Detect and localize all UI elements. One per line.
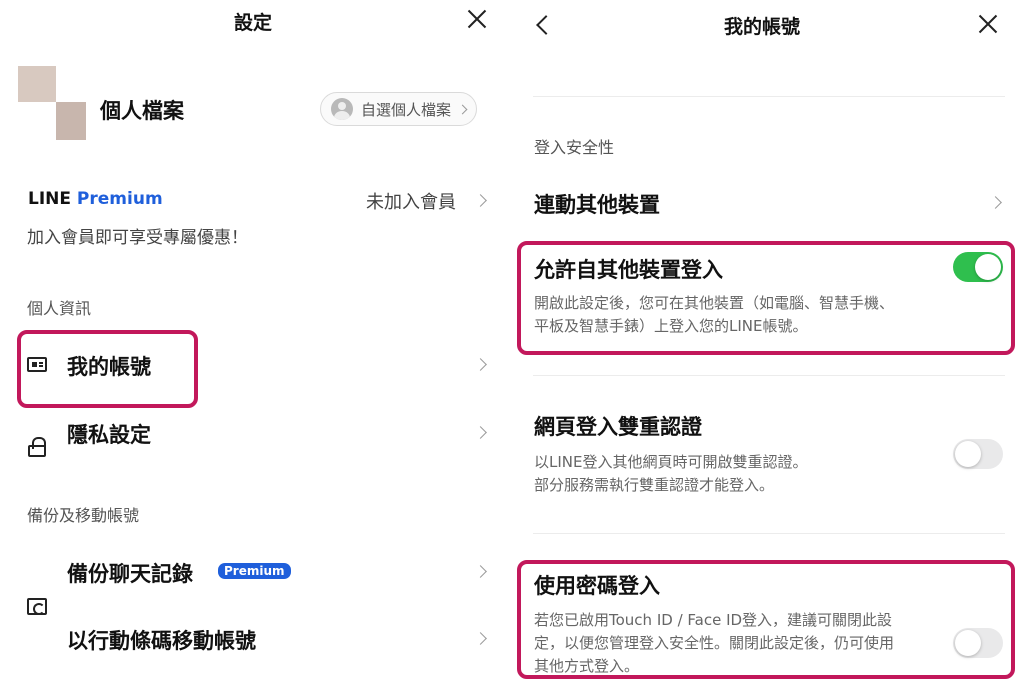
folder-icon xyxy=(27,598,47,615)
brand-line-text: LINE xyxy=(28,189,71,209)
sidebar-item-privacy[interactable]: 隱私設定 xyxy=(67,419,151,449)
allow-login-label: 允許自其他裝置登入 xyxy=(534,258,723,282)
close-icon[interactable] xyxy=(465,7,489,31)
chevron-right-icon xyxy=(474,358,487,371)
allow-login-desc: 開啟此設定後，您可在其他裝置（如電腦、智慧手機、 平板及智慧手錶）上登入您的LI… xyxy=(534,292,894,338)
section-personal-info: 個人資訊 xyxy=(27,299,92,318)
chevron-right-icon xyxy=(474,632,487,645)
my-account-panel: 我的帳號 登入安全性 連動其他裝置 允許自其他裝置登入 開啟此設定後，您可在其他… xyxy=(513,0,1024,681)
desc-line: 其他方式登入。 xyxy=(534,657,640,675)
chevron-right-icon xyxy=(474,426,487,439)
select-profile-label: 自選個人檔案 xyxy=(361,100,452,119)
lock-icon xyxy=(28,437,46,457)
allow-login-toggle[interactable] xyxy=(953,252,1003,282)
chevron-right-icon xyxy=(474,565,487,578)
sidebar-item-my-account[interactable]: 我的帳號 xyxy=(67,351,151,381)
passcode-desc: 若您已啟用Touch ID / Face ID登入，建議可關閉此設 定，以便您管… xyxy=(534,609,894,678)
chevron-right-icon xyxy=(989,196,1002,209)
sidebar-item-qr-move[interactable]: 以行動條碼移動帳號 xyxy=(67,625,256,655)
premium-status[interactable]: 未加入會員 xyxy=(366,188,456,214)
toggle-knob xyxy=(975,254,1001,280)
card-icon xyxy=(27,357,47,372)
desc-line: 若您已啟用Touch ID / Face ID登入，建議可關閉此設 xyxy=(534,611,893,629)
select-profile-button[interactable]: 自選個人檔案 xyxy=(320,92,478,126)
avatar-tile xyxy=(56,102,86,140)
close-icon[interactable] xyxy=(976,12,1000,36)
person-icon xyxy=(331,98,353,120)
web-2fa-label: 網頁登入雙重認證 xyxy=(534,415,702,439)
settings-panel: 設定 個人檔案 自選個人檔案 LINE Premium 未加入會員 加入會員即可… xyxy=(0,0,508,681)
passcode-toggle[interactable] xyxy=(953,628,1003,658)
divider xyxy=(533,96,1005,97)
toggle-knob xyxy=(955,441,981,467)
chevron-right-icon xyxy=(457,104,468,114)
desc-line: 定，以便您管理登入安全性。關閉此設定後，仍可使用 xyxy=(534,634,895,652)
passcode-label: 使用密碼登入 xyxy=(534,574,660,598)
web-2fa-toggle[interactable] xyxy=(953,439,1003,469)
profile-label: 個人檔案 xyxy=(100,99,184,123)
divider xyxy=(533,533,1005,534)
desc-line: 平板及智慧手錶）上登入您的LINE帳號。 xyxy=(534,317,808,335)
page-title: 設定 xyxy=(234,12,273,34)
sidebar-item-backup-chat[interactable]: 備份聊天記錄 xyxy=(67,558,193,588)
section-backup: 備份及移動帳號 xyxy=(27,506,140,525)
chevron-right-icon xyxy=(474,194,487,207)
brand-premium-text: Premium xyxy=(76,189,163,209)
premium-desc: 加入會員即可享受專屬優惠！ xyxy=(27,228,248,248)
desc-line: 開啟此設定後，您可在其他裝置（如電腦、智慧手機、 xyxy=(534,294,895,312)
desc-line: 部分服務需執行雙重認證才能登入。 xyxy=(534,476,775,494)
desc-line: 以LINE登入其他網頁時可開啟雙重認證。 xyxy=(534,453,808,471)
web-2fa-desc: 以LINE登入其他網頁時可開啟雙重認證。 部分服務需執行雙重認證才能登入。 xyxy=(534,451,807,497)
back-icon[interactable] xyxy=(536,15,556,35)
premium-badge: Premium xyxy=(218,563,291,579)
divider xyxy=(533,375,1005,376)
avatar xyxy=(18,66,56,102)
section-login-security: 登入安全性 xyxy=(534,138,615,157)
toggle-knob xyxy=(955,630,981,656)
link-devices-item[interactable]: 連動其他裝置 xyxy=(534,189,660,219)
line-premium-brand: LINE Premium xyxy=(28,189,163,209)
page-title: 我的帳號 xyxy=(724,16,801,38)
